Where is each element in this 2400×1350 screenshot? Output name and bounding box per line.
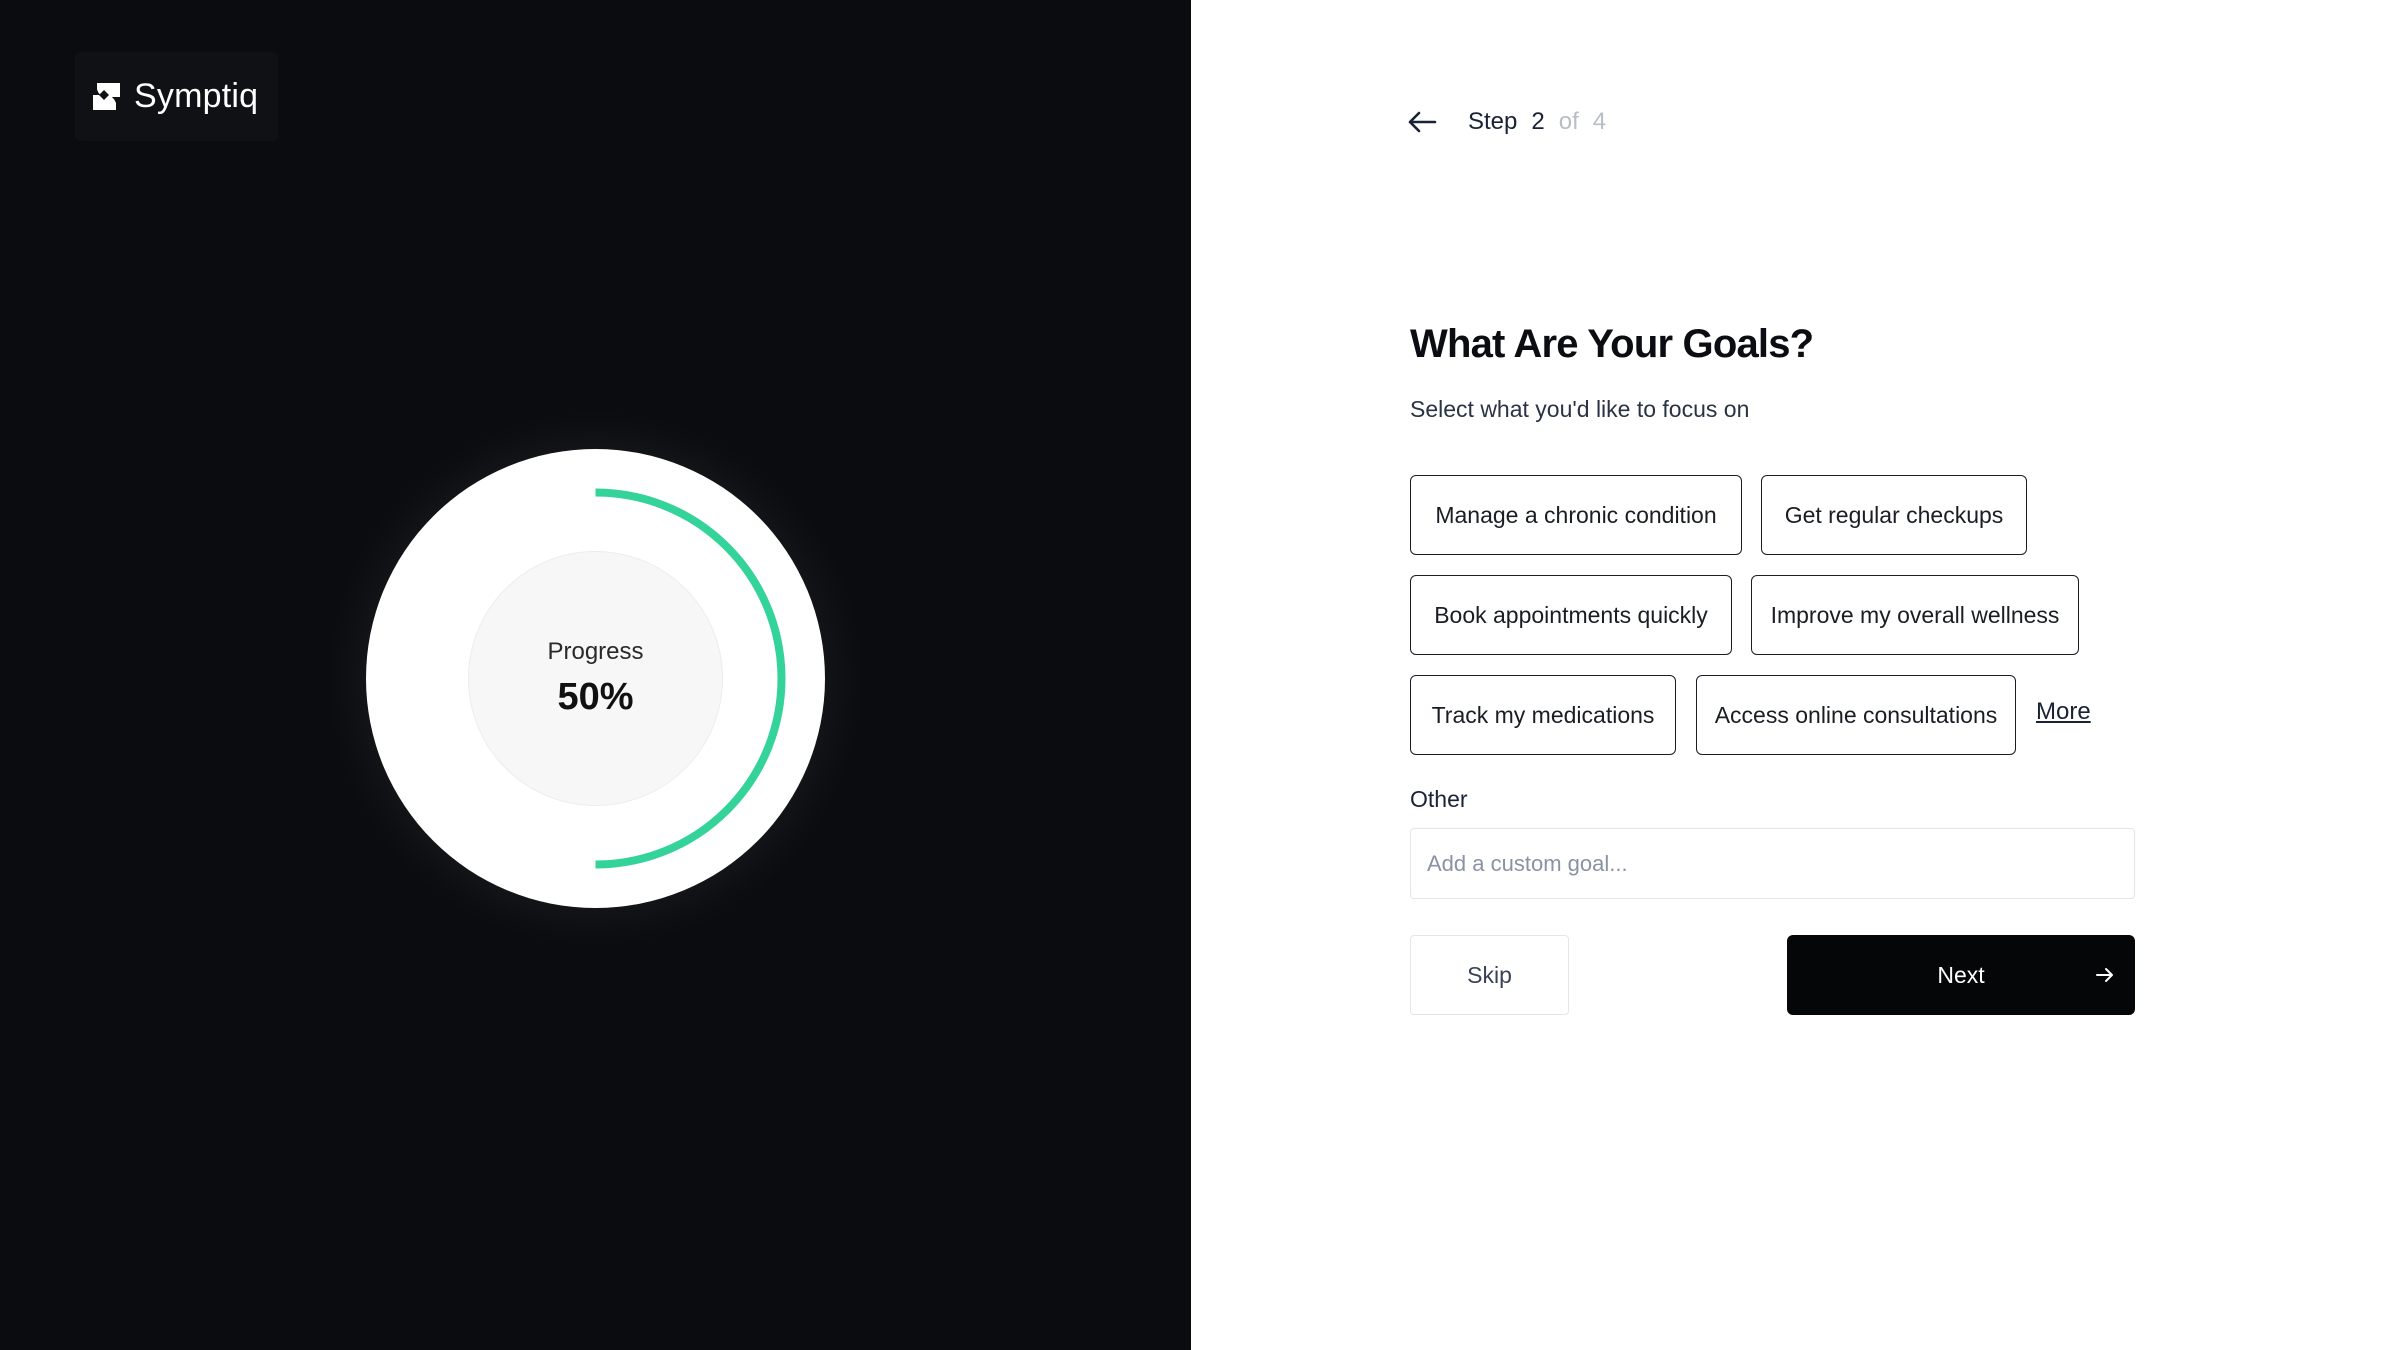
goal-chip-medications[interactable]: Track my medications: [1410, 675, 1676, 755]
arrow-right-icon: [2096, 968, 2113, 982]
page-title: What Are Your Goals?: [1410, 322, 1814, 366]
brand-logo: Symptiq: [75, 52, 278, 141]
arrow-left-icon: [1408, 111, 1437, 133]
step-indicator: Step 2 of 4: [1402, 102, 1606, 142]
skip-button[interactable]: Skip: [1410, 935, 1569, 1015]
next-label: Next: [1937, 961, 1985, 988]
goal-chip-appointments[interactable]: Book appointments quickly: [1410, 575, 1732, 655]
goal-chip-wellness[interactable]: Improve my overall wellness: [1751, 575, 2079, 655]
step-of: of: [1558, 108, 1579, 135]
progress-label: Progress: [547, 638, 644, 665]
more-goals-link[interactable]: More: [2036, 698, 2091, 726]
goal-chip-chronic[interactable]: Manage a chronic condition: [1410, 475, 1742, 555]
goal-chip-checkups[interactable]: Get regular checkups: [1761, 475, 2027, 555]
skip-label: Skip: [1467, 961, 1512, 988]
other-label: Other: [1410, 786, 1468, 812]
back-button[interactable]: [1402, 102, 1442, 142]
goal-chip-consultations[interactable]: Access online consultations: [1696, 675, 2016, 755]
brand-name: Symptiq: [134, 77, 259, 115]
symptiq-logo-icon: [93, 83, 120, 110]
step-total: 4: [1592, 108, 1607, 135]
custom-goal-input[interactable]: [1410, 828, 2135, 899]
progress-ring: Progress 50%: [366, 449, 825, 908]
next-button[interactable]: Next: [1787, 935, 2135, 1015]
page-subtitle: Select what you'd like to focus on: [1410, 396, 1750, 422]
step-current: 2: [1531, 108, 1545, 135]
left-panel: Symptiq Progress 50%: [0, 0, 1191, 1350]
progress-center: Progress 50%: [468, 551, 723, 806]
step-word: Step: [1468, 108, 1518, 135]
progress-value: 50%: [557, 676, 634, 718]
